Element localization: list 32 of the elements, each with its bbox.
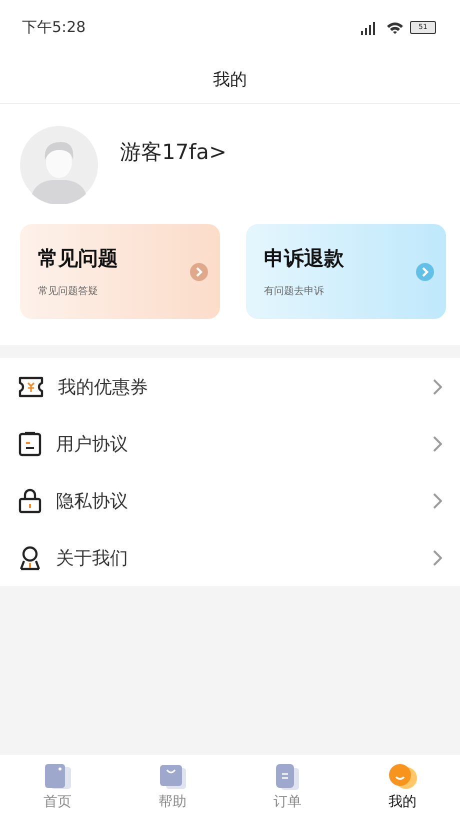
- menu-item[interactable]: 关于我们: [0, 529, 460, 586]
- bag-icon: [158, 762, 188, 790]
- tab[interactable]: 首页: [0, 755, 115, 818]
- page-title: 我的: [213, 68, 247, 90]
- image-icon: [42, 762, 72, 790]
- chevron-icon: [432, 436, 442, 452]
- chevron-circle-icon: [416, 262, 434, 280]
- tab[interactable]: 订单: [230, 755, 345, 818]
- chevron-icon: [432, 378, 442, 394]
- chevron-icon: [432, 492, 442, 508]
- smile-icon: [388, 762, 418, 790]
- card-title: 常见问题: [38, 245, 118, 272]
- menu-item[interactable]: 隐私协议: [0, 472, 460, 529]
- shortcut-card[interactable]: 常见问题 常见问题答疑: [20, 224, 220, 319]
- avatar[interactable]: [20, 126, 98, 204]
- menu-item[interactable]: 用户协议: [0, 415, 460, 472]
- chevron-circle-icon: [190, 262, 208, 280]
- document-icon: [18, 430, 42, 456]
- tab[interactable]: 我的: [345, 755, 460, 818]
- ticket-icon: [18, 376, 44, 398]
- card-title: 申诉退款: [264, 245, 344, 272]
- user-name[interactable]: 游客17fa>: [120, 138, 227, 166]
- tab[interactable]: 帮助: [115, 755, 230, 818]
- chevron-icon: [432, 550, 442, 566]
- shortcut-card[interactable]: 申诉退款 有问题去申诉: [246, 224, 446, 319]
- menu-item[interactable]: 我的优惠券: [0, 358, 460, 415]
- person-icon: [18, 544, 42, 570]
- card-subtitle: 有问题去申诉: [264, 284, 325, 298]
- lock-icon: [18, 488, 42, 514]
- status-time: 下午5:28: [22, 18, 86, 37]
- card-subtitle: 常见问题答疑: [38, 284, 99, 298]
- wifi-icon: [386, 20, 404, 34]
